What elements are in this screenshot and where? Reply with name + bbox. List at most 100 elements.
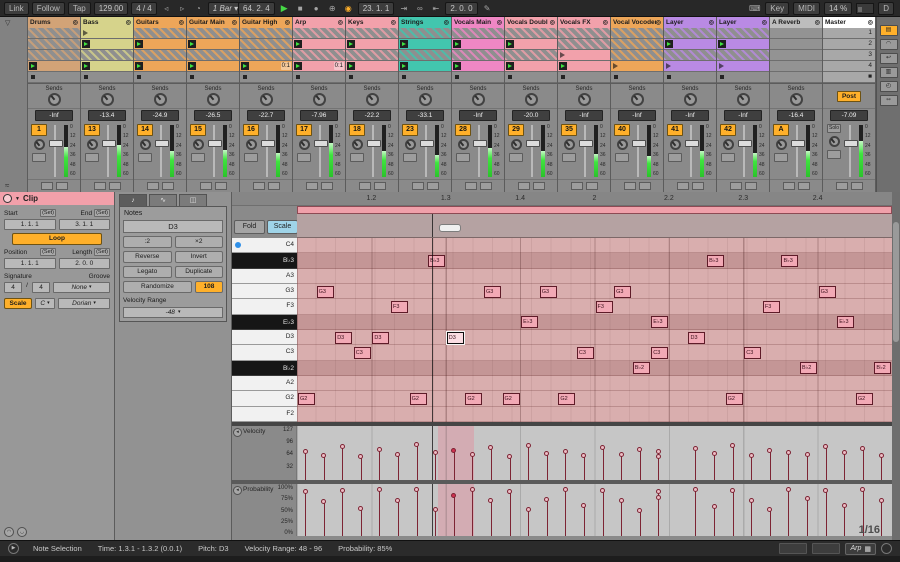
randomize-button[interactable]: Randomize bbox=[123, 281, 192, 293]
clip-stop-button[interactable] bbox=[561, 75, 565, 79]
velocity-marker[interactable] bbox=[435, 454, 436, 480]
clip-stop-button[interactable] bbox=[667, 75, 671, 79]
clip-stop-button[interactable] bbox=[190, 75, 194, 79]
key-map-button[interactable]: Key bbox=[765, 2, 789, 15]
lane-fold-icon[interactable]: ◂ bbox=[233, 428, 242, 437]
clip-slot[interactable] bbox=[452, 61, 504, 72]
track-title-vocals-main[interactable]: Vocals Main◎ bbox=[452, 17, 504, 28]
set-length-button[interactable]: (Set) bbox=[94, 248, 110, 256]
volume-display[interactable]: -Inf bbox=[724, 110, 762, 121]
clip-playing-icon[interactable] bbox=[453, 62, 461, 70]
midi-note-B♭3[interactable]: B♭3 bbox=[707, 255, 724, 267]
track-activator[interactable]: 15 bbox=[190, 124, 206, 136]
clip-playing-icon[interactable] bbox=[188, 40, 196, 48]
midi-note-B♭3[interactable]: B♭3 bbox=[781, 255, 798, 267]
clip-slot[interactable] bbox=[346, 28, 398, 39]
clip-slot[interactable] bbox=[346, 72, 398, 83]
clip-slot[interactable] bbox=[505, 61, 557, 72]
crossfade-b-button[interactable] bbox=[745, 182, 757, 190]
clip-slot[interactable] bbox=[770, 61, 822, 72]
track-activator[interactable]: 18 bbox=[349, 124, 365, 136]
crossfade-a-button[interactable] bbox=[94, 182, 106, 190]
computer-midi-keyboard-icon[interactable]: ⌨ bbox=[748, 3, 761, 14]
midi-note-G3[interactable]: G3 bbox=[819, 286, 836, 298]
midi-note-G3[interactable]: G3 bbox=[614, 286, 631, 298]
clip-slot[interactable] bbox=[558, 61, 610, 72]
clip-play-icon[interactable] bbox=[719, 63, 724, 69]
track-activator[interactable]: 14 bbox=[137, 124, 153, 136]
probability-marker[interactable] bbox=[361, 510, 362, 536]
clip-slot[interactable] bbox=[81, 61, 133, 72]
clip-slot[interactable] bbox=[28, 28, 80, 39]
clip-slot[interactable] bbox=[558, 39, 610, 50]
clip-slot[interactable] bbox=[664, 72, 716, 83]
clip-playing-icon[interactable] bbox=[135, 62, 143, 70]
probability-marker[interactable] bbox=[305, 493, 306, 536]
pan-knob[interactable] bbox=[299, 139, 310, 150]
clip-playing-icon[interactable] bbox=[506, 40, 514, 48]
clip-slot[interactable] bbox=[134, 28, 186, 39]
clip-stop-button[interactable] bbox=[84, 75, 88, 79]
velocity-marker[interactable] bbox=[770, 452, 771, 480]
pan-knob[interactable] bbox=[670, 139, 681, 150]
set-start-button[interactable]: (Set) bbox=[40, 209, 56, 217]
pan-knob[interactable] bbox=[776, 139, 787, 150]
send-a-knob[interactable] bbox=[101, 93, 114, 106]
probability-marker[interactable] bbox=[881, 502, 882, 536]
probability-marker[interactable] bbox=[621, 502, 622, 536]
loop-brace[interactable] bbox=[297, 206, 892, 214]
signature-numerator[interactable]: 4 bbox=[4, 282, 22, 293]
track-title-vocals-doubl[interactable]: Vocals Doubl◎ bbox=[505, 17, 557, 28]
midi-note-D3[interactable]: D3 bbox=[372, 332, 389, 344]
punch-out-icon[interactable]: ⇤ bbox=[429, 3, 442, 14]
solo-button[interactable] bbox=[350, 153, 364, 162]
pan-knob[interactable] bbox=[193, 139, 204, 150]
view-selector-icon[interactable]: ▽ bbox=[5, 19, 10, 27]
clip-slot[interactable] bbox=[399, 50, 451, 61]
probability-marker[interactable] bbox=[510, 493, 511, 536]
clip-slot[interactable] bbox=[452, 39, 504, 50]
lane-fold-icon[interactable]: ◂ bbox=[233, 486, 242, 495]
pan-knob[interactable] bbox=[723, 139, 734, 150]
velocity-marker[interactable] bbox=[454, 452, 455, 480]
piano-key-C3[interactable]: C3 bbox=[232, 345, 297, 360]
clip-end-value[interactable]: 3. 1. 1 bbox=[59, 219, 111, 230]
clip-slot[interactable] bbox=[187, 28, 239, 39]
punch-in-icon[interactable]: ⇥ bbox=[397, 3, 410, 14]
clip-slot[interactable] bbox=[611, 61, 663, 72]
piano-key-C4[interactable]: C4 bbox=[232, 238, 297, 253]
volume-display[interactable]: -13.4 bbox=[88, 110, 126, 121]
solo-button[interactable] bbox=[297, 153, 311, 162]
link-button[interactable]: Link bbox=[4, 2, 29, 15]
clip-slot[interactable] bbox=[611, 50, 663, 61]
follow-button[interactable]: Follow bbox=[32, 2, 65, 15]
send-a-knob[interactable] bbox=[313, 93, 326, 106]
clip-playing-icon[interactable] bbox=[347, 62, 355, 70]
volume-fader[interactable] bbox=[207, 124, 229, 178]
probability-marker[interactable] bbox=[417, 491, 418, 536]
crossfade-a-button[interactable] bbox=[624, 182, 636, 190]
clip-playing-icon[interactable] bbox=[188, 62, 196, 70]
nudge-up-icon[interactable]: ▹ bbox=[176, 3, 189, 14]
track-activator[interactable]: 41 bbox=[667, 124, 683, 136]
clip-playing-icon[interactable] bbox=[241, 62, 249, 70]
piano-key-A2[interactable]: A2 bbox=[232, 376, 297, 391]
volume-display[interactable]: -7.09 bbox=[830, 110, 868, 121]
mini-map[interactable] bbox=[812, 543, 840, 554]
transpose-display[interactable]: D3 bbox=[123, 220, 223, 233]
crossfade-a-button[interactable] bbox=[41, 182, 53, 190]
probability-marker[interactable] bbox=[472, 491, 473, 536]
track-title-keys[interactable]: Keys◎ bbox=[346, 17, 398, 28]
crossfade-a-button[interactable] bbox=[412, 182, 424, 190]
velocity-marker[interactable] bbox=[640, 451, 641, 480]
midi-note-F3[interactable]: F3 bbox=[763, 301, 780, 313]
clip-slot[interactable] bbox=[28, 72, 80, 83]
clip-play-icon[interactable] bbox=[560, 52, 565, 58]
clip-slot[interactable] bbox=[770, 72, 822, 83]
velocity-marker[interactable] bbox=[528, 447, 529, 480]
probability-marker[interactable] bbox=[379, 491, 380, 536]
track-title-layer[interactable]: Layer◎ bbox=[717, 17, 769, 28]
piano-key-D3[interactable]: D3 bbox=[232, 330, 297, 345]
mini-map[interactable] bbox=[779, 543, 807, 554]
piano-key-F3[interactable]: F3 bbox=[232, 299, 297, 314]
